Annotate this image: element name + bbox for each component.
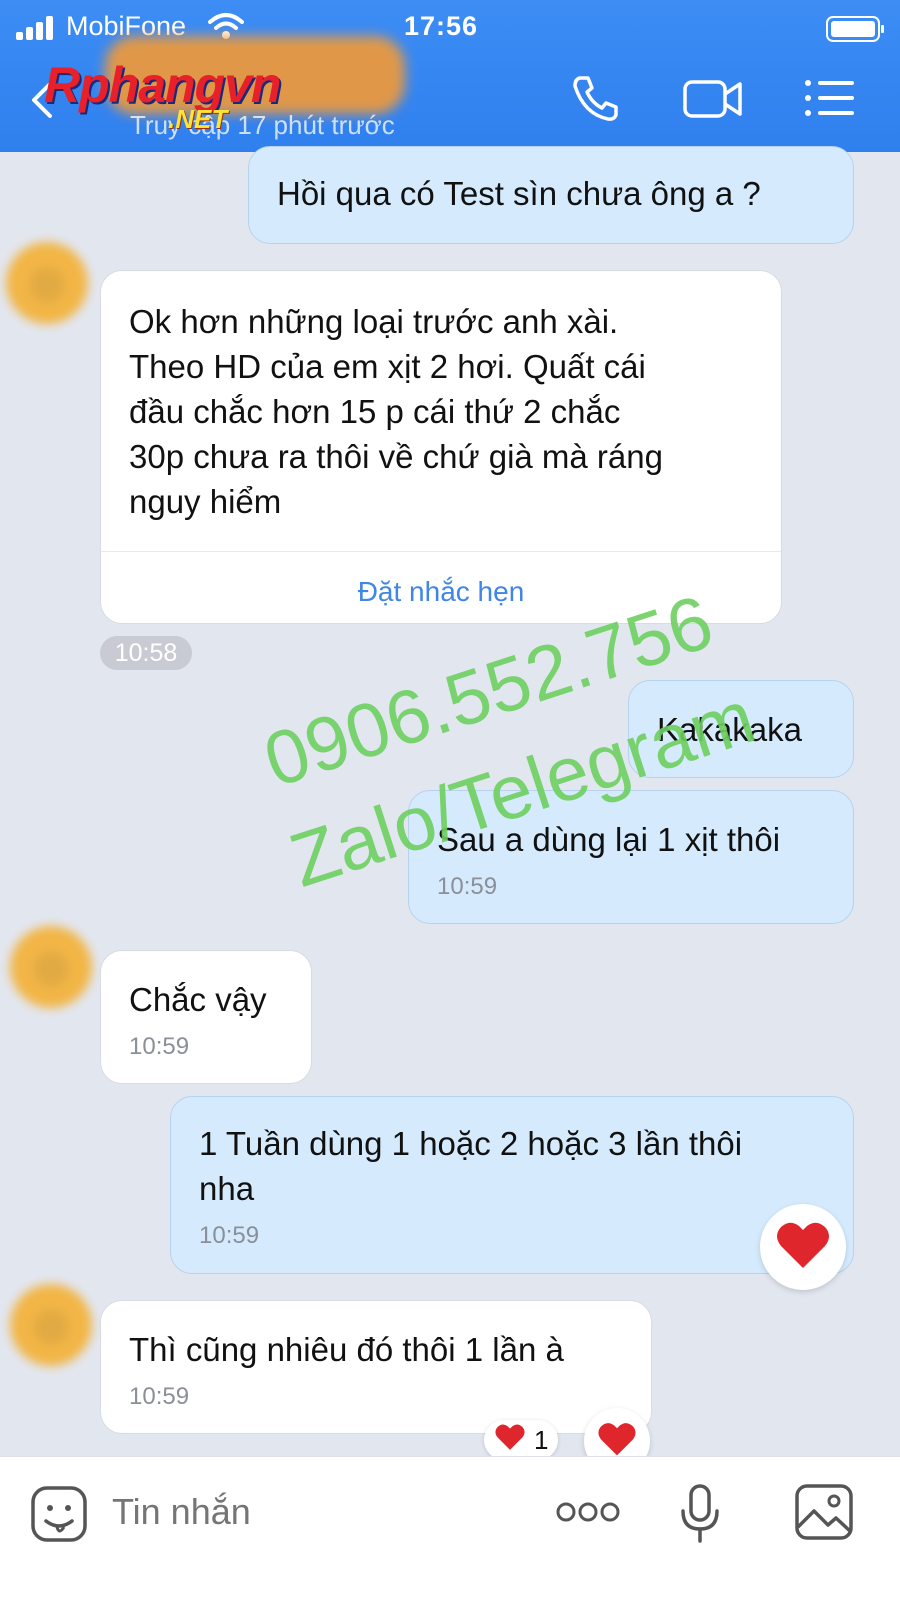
chat-header: MobiFone 17:56 Truy cập 17 phút trước Rp… [0, 0, 900, 152]
message-bubble-received[interactable]: Chắc vậy 10:59 [100, 950, 312, 1084]
message-text: 1 Tuần dùng 1 hoặc 2 hoặc 3 lần thôi nha [199, 1125, 743, 1207]
message-time: 10:59 [129, 1383, 190, 1410]
reaction-summary[interactable]: 1 [484, 1420, 559, 1460]
phone-icon[interactable] [570, 72, 622, 129]
menu-icon[interactable] [804, 78, 856, 123]
more-icon[interactable] [556, 1501, 620, 1528]
avatar[interactable] [10, 1284, 92, 1366]
message-time: 10:59 [199, 1222, 260, 1249]
message-input[interactable] [112, 1491, 412, 1533]
signal-icon [16, 16, 58, 40]
battery-icon [826, 16, 884, 42]
image-icon[interactable] [794, 1483, 854, 1546]
message-time: 10:59 [129, 1033, 190, 1060]
watermark-logo: Rphangvn [44, 57, 281, 113]
avatar[interactable] [6, 242, 88, 324]
message-bubble-sent[interactable]: Hồi qua có Test sìn chưa ông a ? [248, 146, 854, 244]
heart-icon [775, 1220, 831, 1275]
message-text: Hồi qua có Test sìn chưa ông a ? [277, 175, 761, 212]
status-time: 17:56 [404, 11, 479, 41]
message-bubble-received[interactable]: Thì cũng nhiêu đó thôi 1 lần à 10:59 [100, 1300, 652, 1434]
video-call-icon[interactable] [682, 76, 744, 127]
reaction-button[interactable] [760, 1204, 846, 1290]
sticker-icon[interactable] [30, 1485, 88, 1548]
message-bubble-received[interactable]: Ok hơn những loại trước anh xài. Theo HD… [100, 270, 782, 624]
message-time: 10:59 [437, 873, 498, 900]
message-text: Thì cũng nhiêu đó thôi 1 lần à [129, 1331, 564, 1368]
watermark-logo-sub: .NET [168, 104, 228, 134]
reaction-count: 1 [534, 1424, 549, 1455]
heart-icon [494, 1423, 526, 1458]
message-input-bar [0, 1456, 900, 1600]
message-bubble-sent[interactable]: 1 Tuần dùng 1 hoặc 2 hoặc 3 lần thôi nha… [170, 1096, 854, 1274]
timestamp-pill: 10:58 [100, 636, 192, 670]
microphone-icon[interactable] [680, 1483, 720, 1550]
message-text: Ok hơn những loại trước anh xài. Theo HD… [129, 303, 663, 520]
bubble-divider [101, 551, 781, 552]
message-text: Chắc vậy [129, 981, 267, 1018]
avatar[interactable] [10, 926, 92, 1008]
